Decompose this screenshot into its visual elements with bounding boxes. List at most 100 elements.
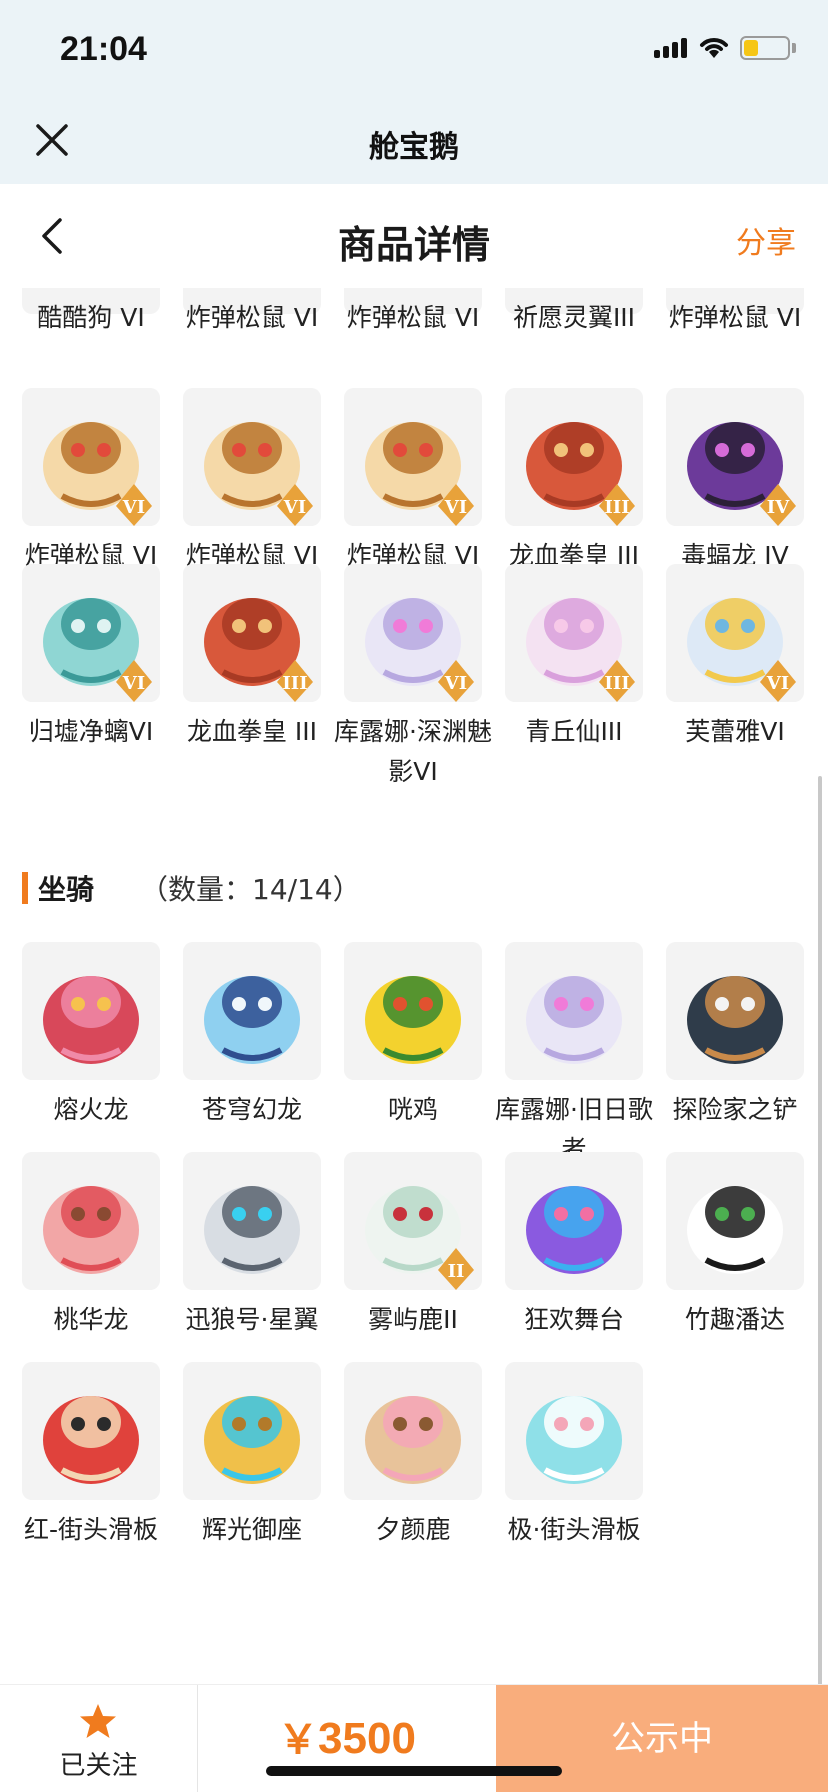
item-card[interactable]: 迅狼号·星翼	[183, 1152, 321, 1340]
section-title: 坐骑	[38, 873, 95, 906]
nav-bar: 商品详情 分享	[0, 184, 828, 288]
app-title: 舱宝鹅	[369, 130, 459, 165]
svg-text:VI: VI	[444, 673, 467, 694]
item-card[interactable]: 炸弹松鼠 VI	[666, 288, 804, 338]
item-card[interactable]: 极·街头滑板	[505, 1362, 643, 1550]
deer-blossom-icon	[344, 1362, 482, 1500]
item-card[interactable]: 夕颜鹿	[344, 1362, 482, 1550]
fire-dragon-icon	[22, 942, 160, 1080]
ram-icon: III	[505, 388, 643, 526]
item-name: 库露娜·深渊魅影VI	[334, 717, 492, 786]
item-name: 狂欢舞台	[523, 1305, 624, 1334]
squirrel-icon: VI	[344, 388, 482, 526]
item-name: 迅狼号·星翼	[185, 1305, 319, 1334]
item-card[interactable]: 炸弹松鼠 VI	[344, 288, 482, 338]
girl-icon	[505, 942, 643, 1080]
svg-text:VI: VI	[122, 673, 145, 694]
item-card[interactable]: 炸弹松鼠 VI	[183, 288, 321, 338]
svg-text:VI: VI	[766, 673, 789, 694]
item-name: 咣鸡	[387, 1095, 438, 1124]
app-bar: 舱宝鹅	[0, 100, 828, 184]
item-name: 炸弹松鼠 VI	[185, 303, 319, 332]
svg-text:VI: VI	[283, 497, 306, 518]
item-card[interactable]: VI 炸弹松鼠 VI	[22, 388, 160, 576]
item-card[interactable]: VI 库露娜·深渊魅影VI	[334, 564, 492, 792]
item-card[interactable]: VI 归墟净螭VI	[22, 564, 160, 752]
home-indicator	[266, 1766, 562, 1776]
valkyrie-icon: VI	[666, 564, 804, 702]
section-accent-bar	[22, 872, 28, 904]
item-card[interactable]: 苍穹幻龙	[183, 942, 321, 1130]
item-name: 红-街头滑板	[23, 1515, 159, 1544]
deer-icon: II	[344, 1152, 482, 1290]
item-card[interactable]: III 青丘仙III	[505, 564, 643, 752]
item-name: 芙蕾雅VI	[685, 717, 785, 746]
item-name: 归墟净螭VI	[28, 717, 154, 746]
item-card[interactable]: 咣鸡	[344, 942, 482, 1130]
item-card[interactable]: 辉光御座	[183, 1362, 321, 1550]
item-name: 酷酷狗 VI	[37, 303, 145, 332]
status-time: 21:04	[60, 30, 147, 68]
item-card[interactable]: VI 炸弹松鼠 VI	[183, 388, 321, 576]
skateboard-blue-icon	[505, 1362, 643, 1500]
share-button[interactable]: 分享	[736, 218, 796, 262]
stage-icon	[505, 1152, 643, 1290]
price-symbol: ￥	[278, 1718, 319, 1762]
svg-text:III: III	[604, 673, 629, 694]
battery-icon	[740, 36, 790, 60]
item-name: 夕颜鹿	[375, 1515, 451, 1544]
section-count: （数量：14/14）	[140, 873, 361, 906]
item-card[interactable]: IV 毒蝠龙 IV	[666, 388, 804, 576]
item-card[interactable]: 探险家之铲	[666, 942, 804, 1130]
star-icon	[80, 1704, 116, 1738]
price-value: 3500	[318, 1714, 416, 1763]
page-title: 商品详情	[337, 223, 490, 267]
peach-dragon-icon	[22, 1152, 160, 1290]
svg-text:VI: VI	[122, 497, 145, 518]
item-name: 龙血拳皇 III	[186, 717, 318, 746]
svg-text:II: II	[448, 1261, 465, 1282]
svg-text:III: III	[282, 673, 307, 694]
signal-icon	[654, 38, 690, 58]
item-card[interactable]: VI 芙蕾雅VI	[666, 564, 804, 752]
item-card[interactable]: 红-街头滑板	[22, 1362, 160, 1550]
squirrel-icon: VI	[183, 388, 321, 526]
item-name: 极·街头滑板	[507, 1515, 641, 1544]
item-name: 炸弹松鼠 VI	[346, 303, 480, 332]
girl-icon: VI	[344, 564, 482, 702]
item-card[interactable]: 库露娜·旧日歌者	[495, 942, 653, 1170]
water-dragon-icon: VI	[22, 564, 160, 702]
bat-dragon-icon: IV	[666, 388, 804, 526]
svg-text:IV: IV	[767, 497, 790, 518]
squirrel-icon: VI	[22, 388, 160, 526]
item-card[interactable]: 祈愿灵翼III	[505, 288, 643, 338]
skateboard-red-icon	[22, 1362, 160, 1500]
item-card[interactable]: 熔火龙	[22, 942, 160, 1130]
item-card[interactable]: VI 炸弹松鼠 VI	[344, 388, 482, 576]
follow-label: 已关注	[59, 1751, 138, 1781]
fox-girl-icon: III	[505, 564, 643, 702]
item-card[interactable]: 竹趣潘达	[666, 1152, 804, 1340]
mech-wolf-icon	[183, 1152, 321, 1290]
ram-icon: III	[183, 564, 321, 702]
item-name: 桃华龙	[53, 1305, 129, 1334]
item-card[interactable]: 桃华龙	[22, 1152, 160, 1340]
item-card[interactable]: II 雾屿鹿II	[344, 1152, 482, 1340]
throne-icon	[183, 1362, 321, 1500]
shovel-icon	[666, 942, 804, 1080]
wifi-icon	[700, 38, 728, 58]
item-name: 熔火龙	[53, 1095, 129, 1124]
item-name: 探险家之铲	[672, 1095, 798, 1124]
status-bar: 21:04	[0, 0, 828, 100]
follow-button[interactable]: 已关注	[0, 1685, 198, 1792]
item-card[interactable]: 酷酷狗 VI	[22, 288, 160, 338]
sky-dragon-icon	[183, 942, 321, 1080]
scrollbar[interactable]	[818, 776, 822, 1716]
panda-icon	[666, 1152, 804, 1290]
content-scroll[interactable]: 酷酷狗 VI 炸弹松鼠 VI 炸弹松鼠 VI 祈愿灵翼III 炸弹松鼠 VI VI 炸弹松鼠…	[0, 288, 828, 1684]
item-name: 炸弹松鼠 VI	[668, 303, 802, 332]
item-card[interactable]: III 龙血拳皇 III	[183, 564, 321, 752]
item-card[interactable]: 狂欢舞台	[505, 1152, 643, 1340]
item-card[interactable]: III 龙血拳皇 III	[505, 388, 643, 576]
item-name: 竹趣潘达	[684, 1305, 785, 1334]
